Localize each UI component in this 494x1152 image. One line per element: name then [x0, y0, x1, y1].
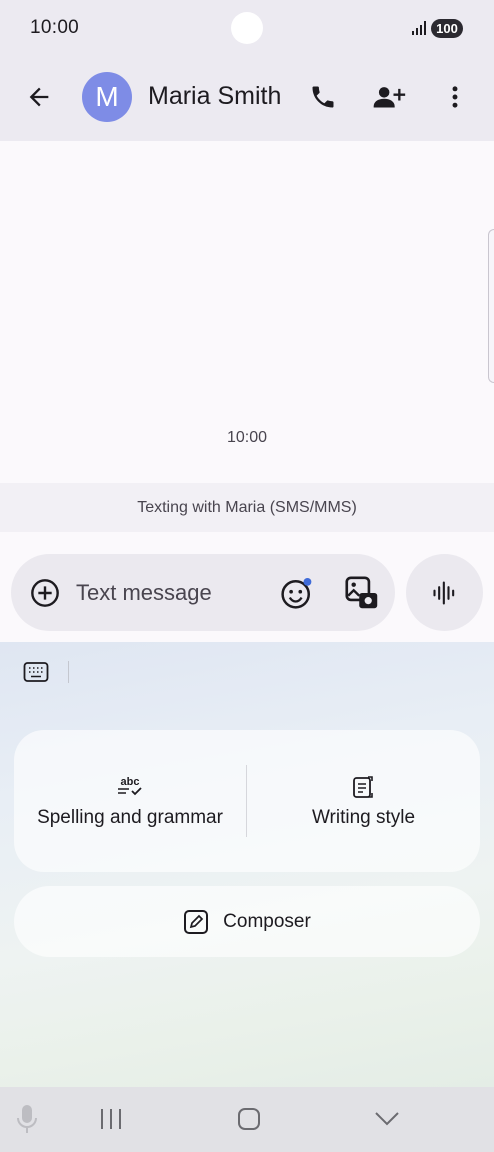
message-timestamp: 10:00 [226, 429, 268, 446]
toolbar-divider [68, 661, 69, 683]
scroll-handle[interactable] [488, 229, 494, 383]
spelling-grammar-button[interactable]: abc Spelling and grammar [14, 730, 246, 872]
battery-indicator: 100 [431, 19, 463, 38]
microphone-icon [17, 1105, 37, 1133]
home-icon [238, 1108, 260, 1130]
add-contact-button[interactable] [368, 76, 412, 118]
composer-label: Composer [223, 910, 311, 932]
voice-message-button[interactable] [406, 554, 483, 631]
status-time: 10:00 [30, 17, 80, 38]
camera-cutout [231, 12, 263, 44]
call-button[interactable] [302, 76, 344, 118]
avatar[interactable]: M [82, 72, 132, 122]
writing-style-label: Writing style [311, 807, 416, 828]
spell-check-icon: abc [118, 776, 142, 796]
svg-text:abc: abc [121, 776, 140, 788]
keyboard-icon [23, 662, 49, 682]
writing-style-icon [352, 776, 373, 798]
person-add-icon [373, 87, 406, 108]
more-vert-icon [452, 86, 458, 108]
status-bar: 10:00 100 [0, 0, 494, 56]
emoji-button[interactable] [277, 573, 317, 613]
add-circle-icon [31, 579, 59, 607]
keyboard-toggle-button[interactable] [20, 658, 52, 686]
recents-icon [101, 1109, 121, 1129]
attach-button[interactable] [26, 574, 64, 612]
phone-icon [312, 86, 334, 108]
back-button[interactable] [18, 76, 60, 118]
emoji-icon [281, 577, 312, 609]
voice-input-button[interactable] [12, 1100, 42, 1138]
home-button[interactable] [232, 1102, 266, 1136]
more-options-button[interactable] [434, 76, 476, 118]
gallery-camera-icon [345, 576, 378, 609]
composer-button[interactable]: Composer [14, 886, 480, 957]
hide-keyboard-button[interactable] [370, 1102, 404, 1136]
recents-button[interactable] [94, 1102, 128, 1136]
edit-pen-icon [184, 909, 209, 934]
spelling-grammar-label: Spelling and grammar [37, 807, 223, 828]
writing-style-button[interactable]: Writing style [247, 730, 480, 872]
conversation-header: M Maria Smith [0, 56, 494, 141]
message-input[interactable] [76, 577, 266, 609]
gallery-button[interactable] [341, 572, 383, 614]
waveform-icon [432, 580, 454, 605]
contact-name[interactable]: Maria Smith [148, 82, 281, 111]
chevron-down-icon [375, 1112, 399, 1126]
sms-banner: Texting with Maria (SMS/MMS) [0, 483, 494, 532]
signal-icon [412, 21, 426, 35]
arrow-back-icon [29, 87, 49, 107]
